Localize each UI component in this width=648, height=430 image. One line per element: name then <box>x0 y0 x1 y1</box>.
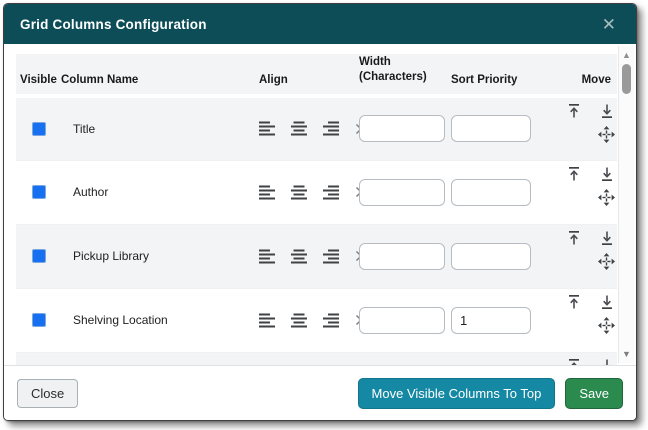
header-width: Width (Characters) <box>359 54 451 98</box>
dialog-body: Visible Column Name Align Width (Charact… <box>4 44 636 365</box>
table-row <box>16 351 617 365</box>
header-move: Move <box>545 54 617 98</box>
align-center-icon <box>291 313 307 327</box>
table-row: Title <box>16 95 617 160</box>
drag-move-handle[interactable] <box>598 252 615 270</box>
visible-checkbox[interactable] <box>31 121 46 136</box>
align-right-icon <box>323 313 339 327</box>
visible-checkbox[interactable] <box>31 249 46 263</box>
move-to-bottom-icon <box>602 104 612 118</box>
columns-table-body: Title Author Pickup Library Shelving Loc… <box>16 95 617 365</box>
move-to-top-button[interactable] <box>566 230 582 246</box>
move-to-bottom-button[interactable] <box>599 230 615 246</box>
dialog-footer: Close Move Visible Columns To Top Save <box>4 365 636 420</box>
align-left-icon <box>259 185 275 199</box>
align-right-button[interactable] <box>323 313 341 328</box>
align-center-button[interactable] <box>291 185 309 200</box>
move-to-top-icon <box>569 294 579 308</box>
scroll-up-icon[interactable]: ▲ <box>619 48 634 62</box>
move-to-bottom-button[interactable] <box>599 294 615 310</box>
align-left-button[interactable] <box>259 121 277 136</box>
close-icon: ✕ <box>601 14 616 34</box>
move-visible-columns-to-top-button[interactable]: Move Visible Columns To Top <box>357 377 556 409</box>
align-center-icon <box>291 249 307 263</box>
move-to-bottom-button[interactable] <box>599 358 615 365</box>
drag-move-icon <box>598 126 615 143</box>
width-characters-input[interactable] <box>359 306 445 334</box>
move-to-top-icon <box>569 166 579 180</box>
move-to-top-icon <box>569 104 579 118</box>
columns-table-header: Visible Column Name Align Width (Charact… <box>16 54 617 98</box>
sort-priority-input[interactable] <box>451 115 531 143</box>
visible-checkbox[interactable] <box>31 185 46 199</box>
table-row: Author <box>16 159 617 224</box>
column-name-label: Shelving Location <box>73 313 168 327</box>
move-to-bottom-icon <box>603 359 611 365</box>
column-name-label: Author <box>73 185 109 199</box>
align-right-button[interactable] <box>323 249 341 264</box>
sort-priority-input[interactable] <box>451 306 531 334</box>
align-right-icon <box>323 185 339 199</box>
align-left-icon <box>259 249 275 263</box>
move-to-top-icon <box>569 358 579 365</box>
scroll-down-icon[interactable]: ▼ <box>619 347 634 361</box>
align-right-button[interactable] <box>323 121 341 136</box>
drag-move-icon <box>598 316 615 334</box>
align-left-button[interactable] <box>259 249 277 264</box>
move-to-bottom-icon <box>602 295 612 309</box>
table-row: Pickup Library <box>16 223 617 288</box>
header-visible: Visible <box>16 54 61 98</box>
move-to-bottom-icon <box>602 231 612 245</box>
column-name-label: Title <box>73 121 96 136</box>
drag-move-handle[interactable] <box>598 316 615 334</box>
drag-move-handle[interactable] <box>598 126 615 143</box>
move-to-top-button[interactable] <box>566 166 582 182</box>
align-right-icon <box>323 121 339 136</box>
align-center-button[interactable] <box>291 121 309 136</box>
move-to-bottom-icon <box>602 167 612 181</box>
align-left-button[interactable] <box>259 185 277 200</box>
close-dialog-button[interactable]: ✕ <box>598 14 620 35</box>
visible-checkbox[interactable] <box>31 313 46 327</box>
align-left-icon <box>259 313 275 327</box>
move-to-top-button[interactable] <box>566 358 582 365</box>
align-center-icon <box>291 121 307 136</box>
drag-move-icon <box>598 188 615 206</box>
align-right-icon <box>323 249 339 263</box>
drag-move-icon <box>598 252 615 270</box>
dialog-header: Grid Columns Configuration ✕ <box>4 4 636 44</box>
column-name-label: Pickup Library <box>73 249 150 263</box>
header-sort-priority: Sort Priority <box>451 54 545 98</box>
drag-move-handle[interactable] <box>598 188 615 206</box>
align-left-icon <box>259 121 275 136</box>
columns-scroll-area: Visible Column Name Align Width (Charact… <box>4 44 636 365</box>
columns-table: Visible Column Name Align Width (Charact… <box>16 54 617 365</box>
align-center-icon <box>291 185 307 199</box>
dialog-title: Grid Columns Configuration <box>20 16 207 32</box>
width-characters-input[interactable] <box>359 115 445 143</box>
sort-priority-input[interactable] <box>451 178 531 206</box>
save-button[interactable]: Save <box>565 377 623 409</box>
header-column-name: Column Name <box>61 54 247 98</box>
width-characters-input[interactable] <box>359 242 445 270</box>
move-to-bottom-button[interactable] <box>599 103 615 119</box>
move-to-top-button[interactable] <box>566 103 582 119</box>
header-align: Align <box>247 54 359 98</box>
close-button[interactable]: Close <box>17 378 79 408</box>
align-left-button[interactable] <box>259 313 277 328</box>
align-center-button[interactable] <box>291 249 309 264</box>
scrollbar-thumb[interactable] <box>622 64 631 94</box>
align-right-button[interactable] <box>323 185 341 200</box>
move-to-top-button[interactable] <box>566 294 582 310</box>
align-center-button[interactable] <box>291 313 309 328</box>
move-to-bottom-button[interactable] <box>599 166 615 182</box>
width-characters-input[interactable] <box>359 178 445 206</box>
grid-columns-config-dialog: Grid Columns Configuration ✕ Visible Col… <box>3 3 637 421</box>
sort-priority-input[interactable] <box>451 242 531 270</box>
table-row: Shelving Location <box>16 287 617 352</box>
move-to-top-icon <box>569 230 579 244</box>
vertical-scrollbar[interactable]: ▲ ▼ <box>618 46 634 363</box>
